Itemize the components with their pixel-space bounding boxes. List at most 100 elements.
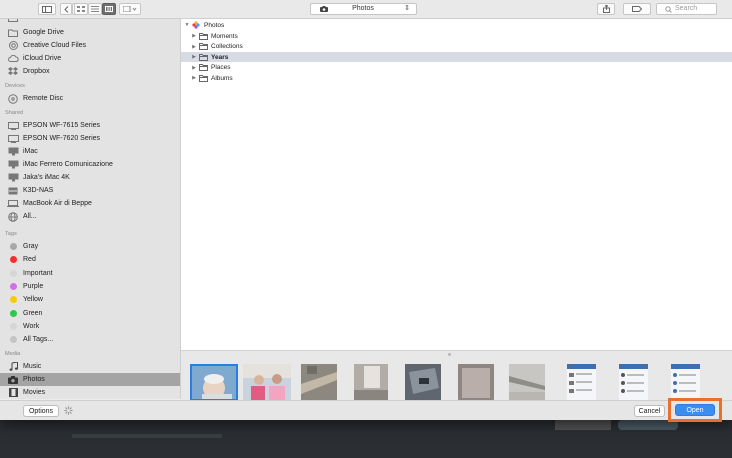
tag-color-dot-icon <box>6 296 20 304</box>
sidebar-tag-work[interactable]: Work <box>0 320 180 333</box>
tree-item-label: Albums <box>211 74 233 82</box>
photo-thumbnail[interactable] <box>405 364 441 401</box>
tags-button[interactable] <box>623 3 651 15</box>
disclosure-triangle-icon[interactable]: ▶ <box>191 65 197 71</box>
sidebar-tag-red[interactable]: Red <box>0 253 180 266</box>
disclosure-triangle-icon[interactable]: ▶ <box>191 54 197 60</box>
sidebar-item-partial[interactable] <box>0 19 180 25</box>
display-icon <box>6 134 20 143</box>
sidebar-item-label: Green <box>23 309 43 317</box>
list-view-button[interactable] <box>88 3 102 15</box>
sidebar-item-jakas-imac[interactable]: Jaka's iMac 4K <box>0 171 180 184</box>
photo-thumbnail[interactable] <box>458 364 494 401</box>
sidebar-item-macbook-air[interactable]: MacBook Air di Beppe <box>0 197 180 210</box>
sidebar-section-shared: Shared <box>5 110 24 116</box>
photo-thumbnail[interactable] <box>671 364 700 401</box>
disclosure-triangle-icon[interactable]: ▶ <box>191 44 197 50</box>
sidebar-item-label: iMac Ferrero Comunicazione <box>23 161 113 168</box>
folder-icon <box>199 74 208 82</box>
open-button[interactable]: Open <box>675 404 715 416</box>
sidebar-item-label: Music <box>23 363 42 370</box>
sidebar-tag-purple[interactable]: Purple <box>0 280 180 293</box>
icon-view-button[interactable] <box>74 3 88 15</box>
photo-thumbnail[interactable] <box>243 364 291 401</box>
sidebar-item-remote-disc[interactable]: Remote Disc <box>0 92 180 105</box>
sidebar-item-label: Red <box>23 256 36 264</box>
sidebar-toggle-button[interactable] <box>38 3 56 15</box>
sidebar-item-creative-cloud[interactable]: Creative Cloud Files <box>0 39 180 52</box>
nas-icon <box>6 187 20 195</box>
sidebar-tag-green[interactable]: Green <box>0 307 180 320</box>
background-blurred-button <box>555 420 611 430</box>
column-view-button[interactable] <box>102 3 116 15</box>
tree-item-moments[interactable]: ▶ Moments <box>181 31 732 41</box>
location-popup[interactable]: Photos ⇕ <box>310 3 417 15</box>
sidebar-item-photos[interactable]: Photos <box>0 373 180 386</box>
film-icon <box>6 388 20 397</box>
photo-thumbnail[interactable] <box>354 364 388 401</box>
back-button[interactable] <box>60 3 72 15</box>
sidebar-item-label: Creative Cloud Files <box>23 42 87 49</box>
split-resize-handle[interactable] <box>448 353 451 356</box>
sidebar-section-media: Media <box>5 351 21 357</box>
columns-icon <box>105 6 113 12</box>
sidebar-item-all-shared[interactable]: All... <box>0 210 180 223</box>
sidebar-tag-yellow[interactable]: Yellow <box>0 293 180 306</box>
tag-color-dot-icon <box>6 282 20 290</box>
sidebar-item-epson-7615[interactable]: EPSON WF-7615 Series <box>0 119 180 132</box>
disc-icon <box>6 93 20 104</box>
tree-item-label: Photos <box>204 21 225 29</box>
sidebar-item-icloud-drive[interactable]: iCloud Drive <box>0 52 180 65</box>
tag-color-dot-icon <box>6 309 20 317</box>
tree-item-places[interactable]: ▶ Places <box>181 63 732 73</box>
tree-item-photos[interactable]: ▼ Photos <box>181 20 732 30</box>
tree-item-years[interactable]: ▶ Years <box>181 52 732 62</box>
tag-color-dot-icon <box>6 336 20 344</box>
sidebar-item-label: Yellow <box>23 296 43 304</box>
laptop-icon <box>6 200 20 207</box>
tree-item-albums[interactable]: ▶ Albums <box>181 73 732 83</box>
sidebar-item-label: EPSON WF-7620 Series <box>23 135 101 142</box>
sidebar-item-label: Purple <box>23 282 44 290</box>
sidebar-item-music[interactable]: Music <box>0 360 180 373</box>
folder-icon <box>199 53 208 61</box>
sidebar-tag-gray[interactable]: Gray <box>0 240 180 253</box>
photos-app-icon <box>192 21 201 29</box>
sidebar-item-label: Gray <box>23 243 39 250</box>
tree-item-collections[interactable]: ▶ Collections <box>181 42 732 52</box>
disclosure-triangle-icon[interactable]: ▶ <box>191 33 197 39</box>
tag-color-dot-icon <box>6 243 20 250</box>
sidebar-item-label: iMac <box>23 148 38 155</box>
sidebar-item-imac[interactable]: iMac <box>0 145 180 158</box>
open-file-dialog: Photos ⇕ Search Google Drive Creative Cl… <box>0 0 732 420</box>
search-field[interactable]: Search <box>656 3 717 15</box>
sidebar-item-google-drive[interactable]: Google Drive <box>0 26 180 39</box>
background-app-footer <box>0 420 732 458</box>
sidebar-item-label: Dropbox <box>23 68 50 75</box>
sidebar-item-label: Work <box>23 322 40 330</box>
cancel-button[interactable]: Cancel <box>634 405 665 417</box>
sidebar-item-label: Google Drive <box>23 29 64 36</box>
options-button[interactable]: Options <box>23 405 59 417</box>
share-button[interactable] <box>597 3 615 15</box>
sidebar-tag-important[interactable]: Important <box>0 267 180 280</box>
photo-thumbnail[interactable] <box>509 364 545 401</box>
sidebar-item-epson-7620[interactable]: EPSON WF-7620 Series <box>0 132 180 145</box>
sidebar-item-imac-ferrero[interactable]: iMac Ferrero Comunicazione <box>0 158 180 171</box>
gallery-view-dropdown[interactable] <box>119 3 141 15</box>
photo-thumbnail[interactable] <box>190 364 238 401</box>
sidebar-item-dropbox[interactable]: Dropbox <box>0 65 180 78</box>
sidebar-item-movies[interactable]: Movies <box>0 386 180 399</box>
sidebar-item-label: All... <box>23 213 37 220</box>
photo-thumbnail[interactable] <box>567 364 596 401</box>
sidebar-item-label: Jaka's iMac 4K <box>23 174 70 181</box>
disclosure-triangle-icon[interactable]: ▶ <box>191 75 197 81</box>
photo-thumbnail[interactable] <box>619 364 648 401</box>
folder-icon <box>199 32 208 40</box>
sidebar-tag-all-tags[interactable]: All Tags... <box>0 333 180 346</box>
photo-thumbnail[interactable] <box>301 364 337 401</box>
tag-icon <box>632 6 642 12</box>
tag-color-dot-icon <box>6 256 20 264</box>
sidebar-item-k3d-nas[interactable]: K3D-NAS <box>0 184 180 197</box>
folder-icon <box>199 43 208 50</box>
